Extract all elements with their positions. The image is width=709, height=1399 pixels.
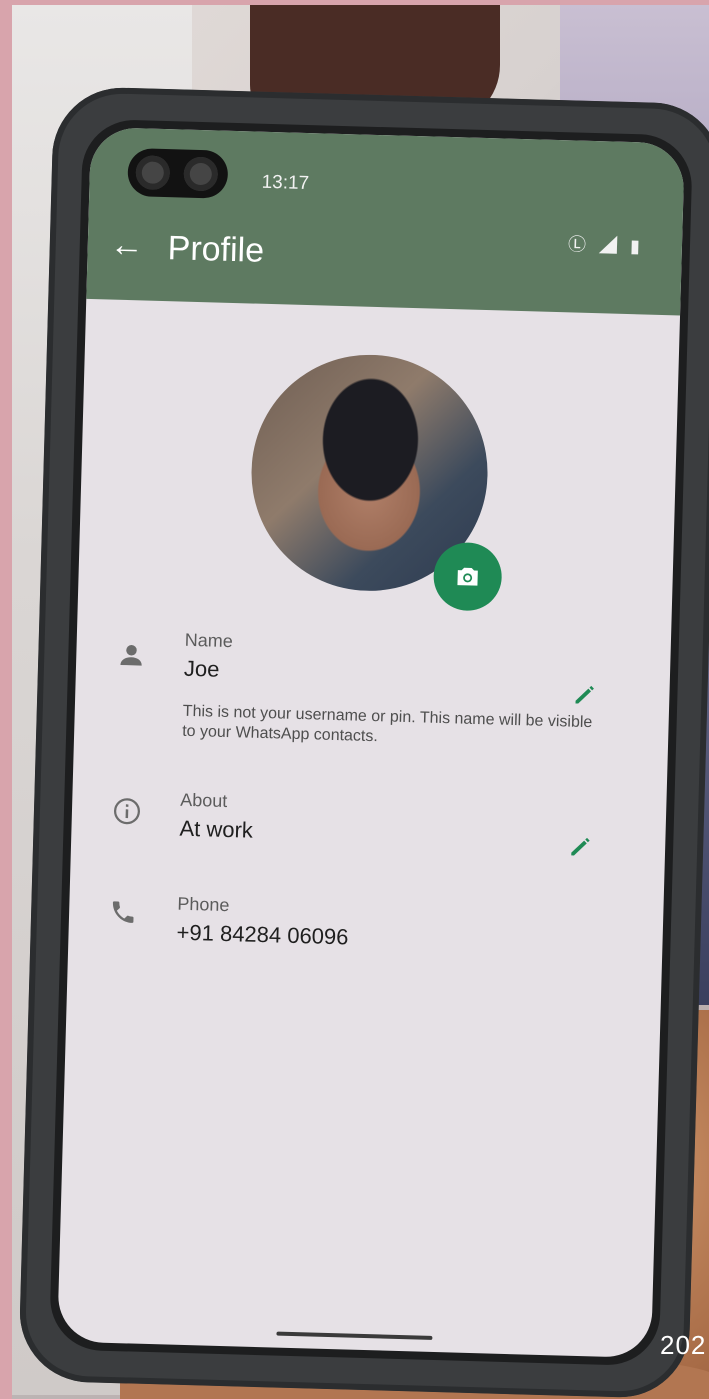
phone-bezel: 13:17 Ⓛ ◢ ▮ ← Profile Name Joe This is n… <box>48 118 694 1367</box>
phone-label: Phone <box>177 893 230 916</box>
gesture-nav-handle[interactable] <box>276 1331 433 1340</box>
frame-border-top <box>0 0 709 5</box>
about-row[interactable]: About At work <box>73 787 667 856</box>
page-title: Profile <box>167 229 265 270</box>
edit-name-pencil-icon[interactable] <box>571 681 600 710</box>
phone-device: 13:17 Ⓛ ◢ ▮ ← Profile Name Joe This is n… <box>18 85 709 1399</box>
name-row[interactable]: Name Joe This is not your username or pi… <box>77 627 671 745</box>
name-value: Joe <box>183 655 220 682</box>
front-camera-icon <box>135 155 171 191</box>
person-icon <box>116 640 149 673</box>
status-time: 13:17 <box>261 171 310 195</box>
photo-date-stamp: 202 <box>660 1330 707 1360</box>
status-icons: Ⓛ ◢ ▮ <box>567 234 645 257</box>
about-label: About <box>180 789 228 812</box>
app-bar: 13:17 Ⓛ ◢ ▮ ← Profile <box>86 126 685 316</box>
phone-value: +91 84284 06096 <box>176 919 349 950</box>
front-camera-icon <box>183 156 219 192</box>
phone-screen: 13:17 Ⓛ ◢ ▮ ← Profile Name Joe This is n… <box>57 126 685 1359</box>
name-hint: This is not your username or pin. This n… <box>182 702 593 746</box>
frame-border-left <box>0 0 12 1399</box>
phone-row[interactable]: Phone +91 84284 06096 <box>70 891 664 949</box>
change-photo-button[interactable] <box>432 541 503 612</box>
back-arrow-icon[interactable]: ← <box>109 226 144 265</box>
edit-about-pencil-icon[interactable] <box>567 833 596 862</box>
name-label: Name <box>184 629 234 652</box>
camera-cutout <box>127 147 229 199</box>
photo-background: 13:17 Ⓛ ◢ ▮ ← Profile Name Joe This is n… <box>0 0 709 1399</box>
info-icon <box>112 796 145 829</box>
about-value: At work <box>179 815 254 843</box>
phone-icon <box>109 898 142 931</box>
camera-icon <box>457 567 478 586</box>
